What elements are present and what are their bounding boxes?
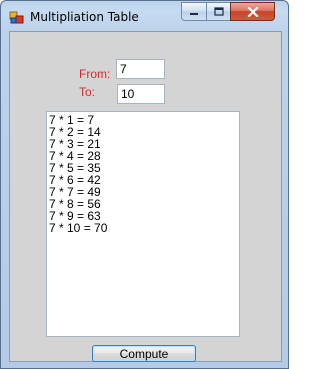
close-button[interactable] <box>230 2 275 21</box>
from-input[interactable]: 7 <box>116 59 165 79</box>
maximize-icon <box>207 3 230 20</box>
compute-button[interactable]: Compute <box>92 345 196 362</box>
minimize-icon <box>182 3 206 20</box>
to-input[interactable]: 10 <box>117 84 165 104</box>
results-listbox[interactable]: 7 * 1 = 7 7 * 2 = 14 7 * 3 = 21 7 * 4 = … <box>46 111 240 337</box>
window-title: Multipliation Table <box>30 10 139 24</box>
app-window: Multipliation Table From: 7 To: 10 7 * 1… <box>0 0 289 369</box>
close-icon <box>231 3 274 20</box>
minimize-button[interactable] <box>181 2 207 21</box>
title-bar[interactable]: Multipliation Table <box>1 1 288 31</box>
maximize-button[interactable] <box>206 2 231 21</box>
to-label: To: <box>79 85 96 99</box>
list-item[interactable]: 7 * 10 = 70 <box>49 222 237 234</box>
client-area: From: 7 To: 10 7 * 1 = 7 7 * 2 = 14 7 * … <box>9 31 282 362</box>
from-label: From: <box>79 67 111 81</box>
app-icon <box>9 9 25 25</box>
